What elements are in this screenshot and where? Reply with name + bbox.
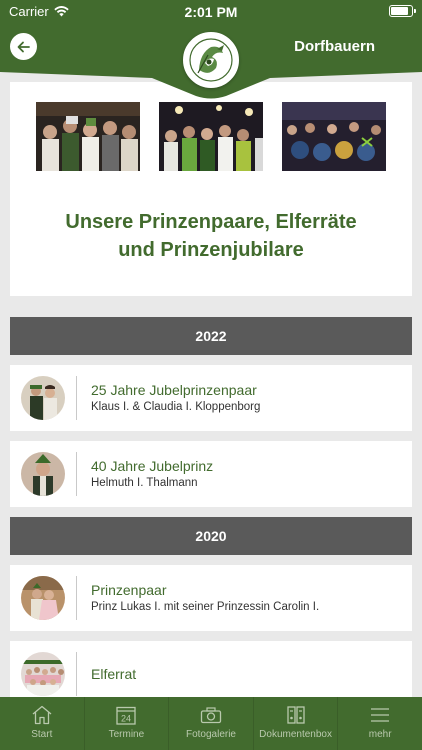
- avatar: [21, 576, 65, 620]
- tab-fotogalerie[interactable]: Fotogalerie: [169, 697, 253, 750]
- home-icon: [32, 705, 52, 725]
- menu-icon: [371, 708, 390, 722]
- year-header: 2022: [10, 317, 412, 355]
- list-item[interactable]: 40 Jahre Jubelprinz Helmuth I. Thalmann: [10, 441, 412, 507]
- intro-title: Unsere Prinzenpaare, Elferräte und Prinz…: [65, 211, 357, 261]
- divider: [76, 376, 77, 420]
- entry-title: Elferrat: [91, 666, 137, 682]
- entry-subtitle: Klaus I. & Claudia I. Kloppenborg: [91, 401, 261, 413]
- avatar: [21, 376, 65, 420]
- avatar: [21, 452, 65, 496]
- tab-mehr[interactable]: mehr: [338, 697, 422, 750]
- entry-title: 40 Jahre Jubelprinz: [91, 458, 214, 474]
- club-logo: [183, 32, 239, 88]
- battery-icon: [389, 5, 416, 17]
- list-item[interactable]: 25 Jahre Jubelprinzenpaar Klaus I. & Cla…: [10, 365, 412, 431]
- year-header: 2020: [10, 517, 412, 555]
- back-button[interactable]: [10, 33, 37, 60]
- entry-title: 25 Jahre Jubelprinzenpaar: [91, 382, 257, 398]
- list-item[interactable]: Prinzenpaar Prinz Lukas I. mit seiner Pr…: [10, 565, 412, 631]
- divider: [76, 452, 77, 496]
- photo-thumbnail[interactable]: [159, 102, 263, 171]
- intro-card: Unsere Prinzenpaare, Elferräte und Prinz…: [10, 82, 412, 296]
- entry-title: Prinzenpaar: [91, 582, 167, 598]
- tab-termine[interactable]: 24 Termine: [85, 697, 169, 750]
- divider: [76, 576, 77, 620]
- tab-label: Termine: [108, 729, 145, 740]
- calendar-day: 24: [121, 714, 131, 724]
- photo-thumbnail[interactable]: [36, 102, 140, 171]
- tab-bar: Start 24 Termine Fotogalerie Dokumentenb…: [0, 697, 422, 750]
- page-title: Dorfbauern: [294, 38, 375, 55]
- entry-subtitle: Prinz Lukas I. mit seiner Prinzessin Car…: [91, 601, 320, 613]
- photo-thumbnail[interactable]: [282, 102, 386, 171]
- arrow-left-icon: [17, 41, 30, 52]
- document-box-icon: [286, 706, 305, 724]
- tab-start[interactable]: Start: [0, 697, 84, 750]
- tab-label: Start: [31, 729, 53, 740]
- avatar: [21, 652, 65, 696]
- tab-label: Dokumentenbox: [259, 729, 332, 740]
- entry-subtitle: Helmuth I. Thalmann: [91, 477, 198, 489]
- status-bar: Carrier 2:01 PM: [0, 0, 422, 22]
- tab-label: mehr: [368, 729, 392, 740]
- tab-label: Fotogalerie: [185, 729, 236, 740]
- camera-icon: [200, 707, 222, 724]
- calendar-icon: 24: [116, 706, 137, 725]
- tab-dokumentenbox[interactable]: Dokumentenbox: [254, 697, 338, 750]
- divider: [76, 652, 77, 696]
- status-time: 2:01 PM: [184, 4, 238, 20]
